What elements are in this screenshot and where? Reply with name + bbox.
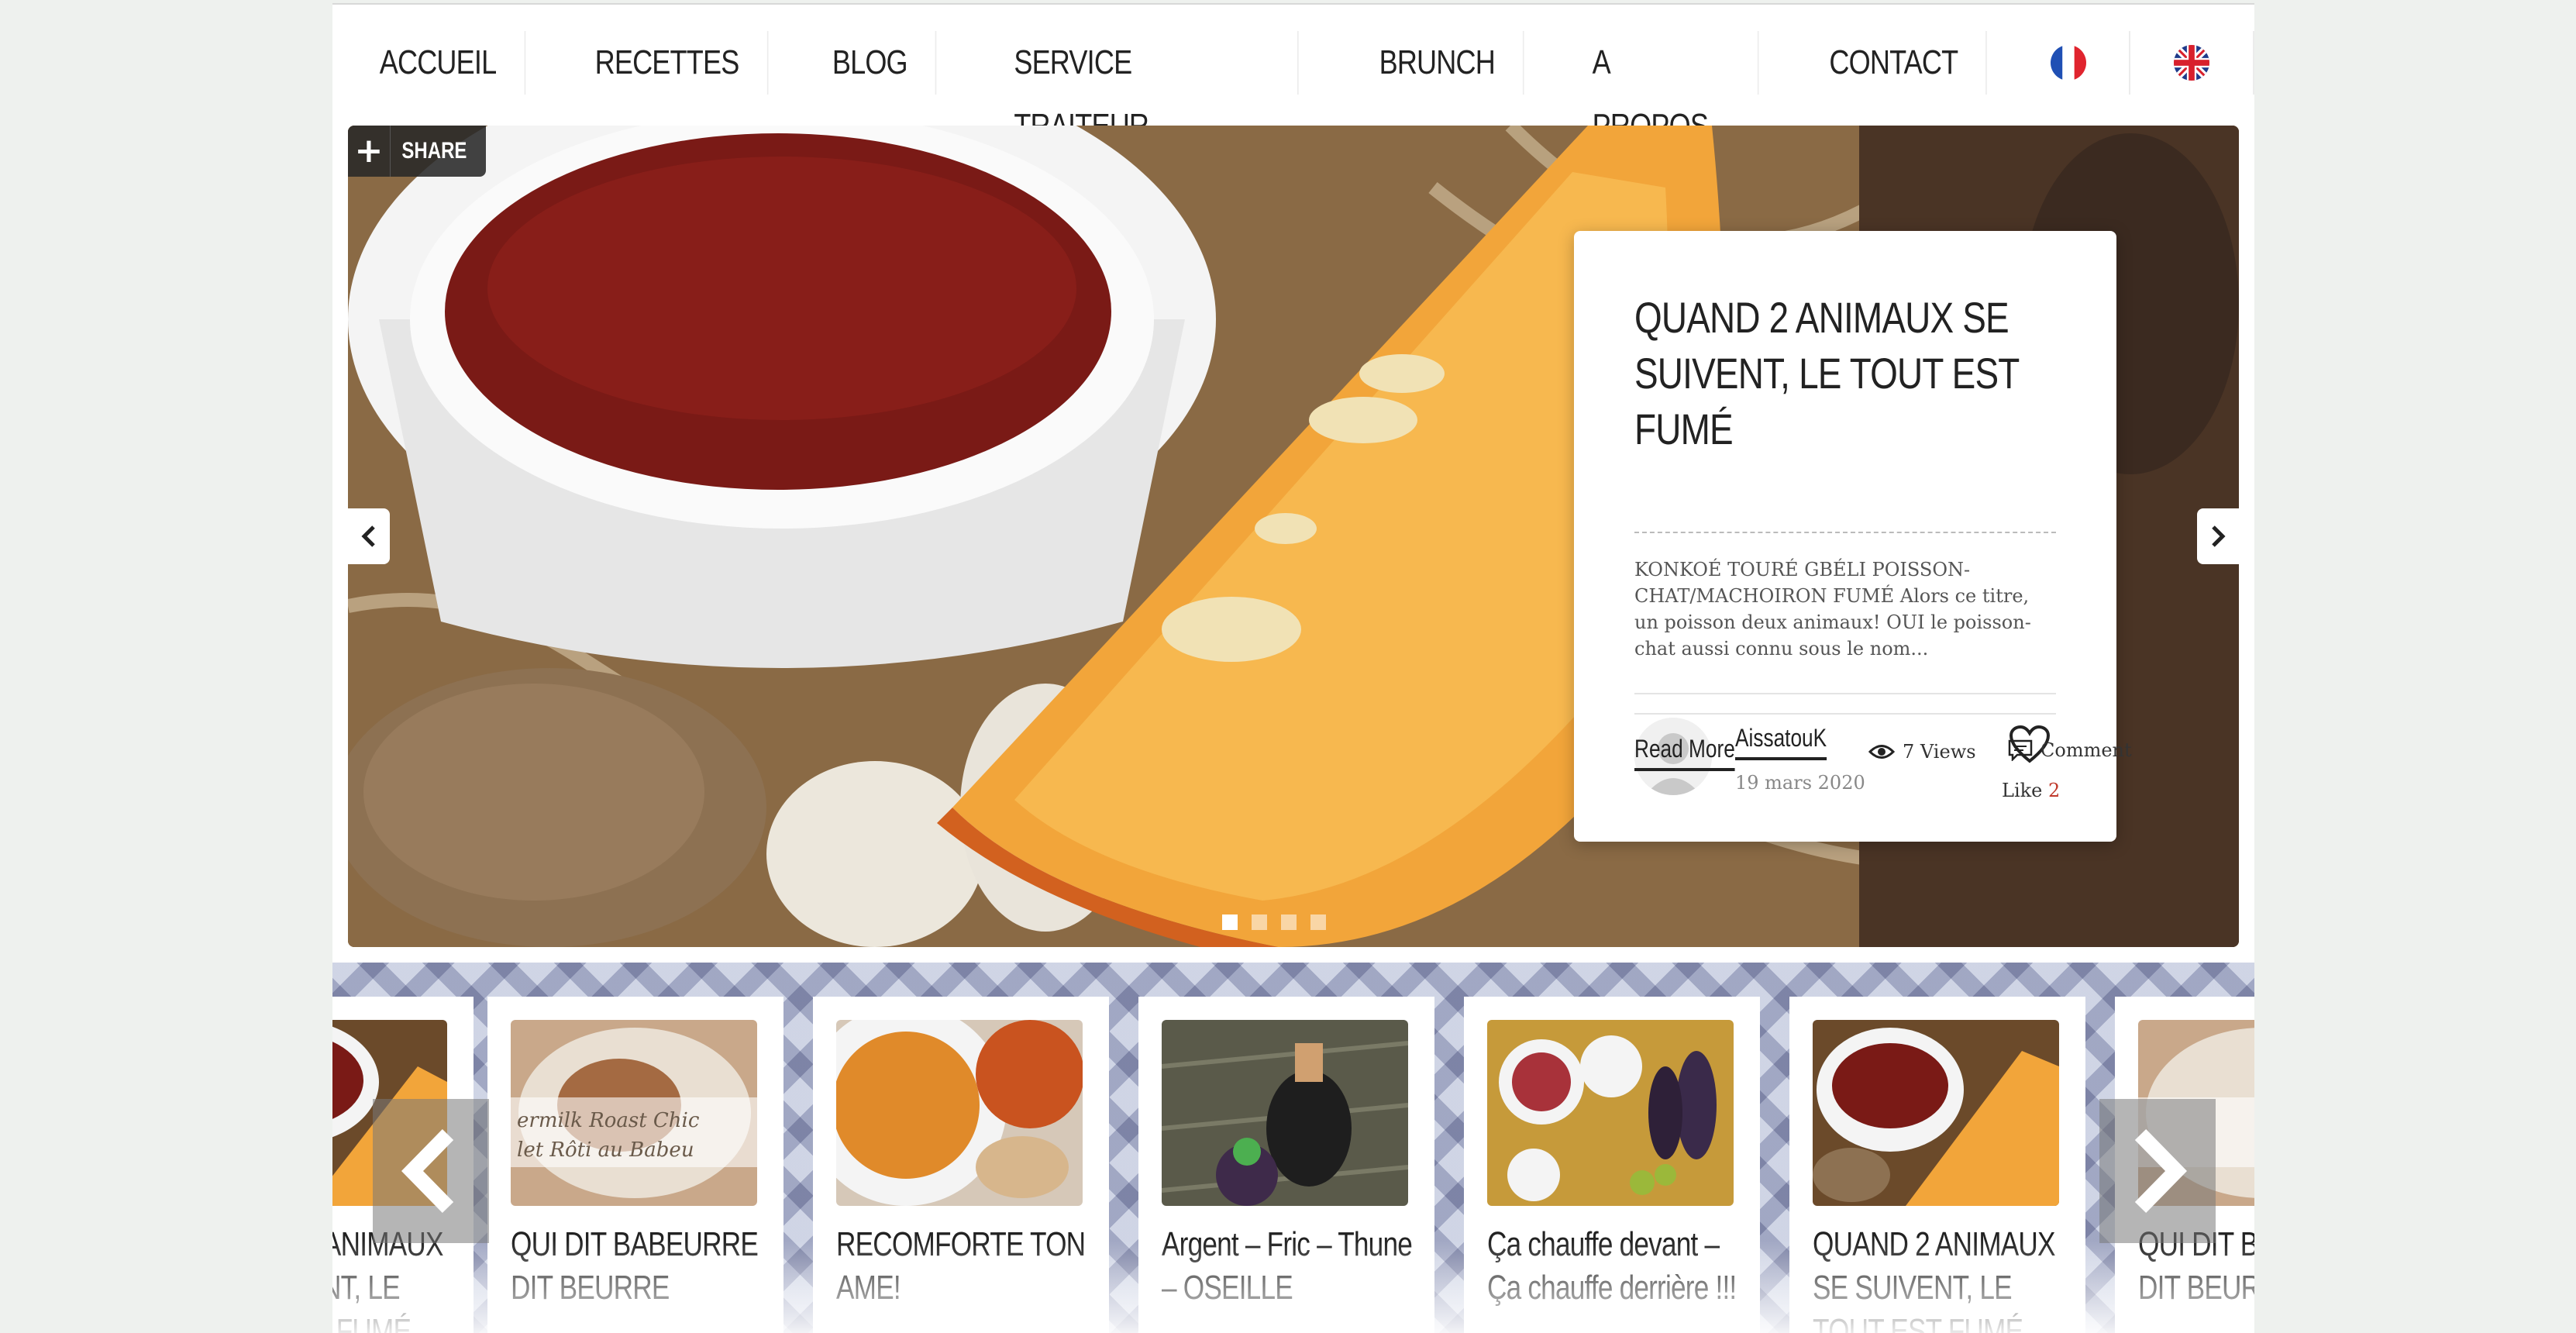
carousel-item[interactable]: RECOMFORTE TON AME! <box>813 997 1109 1333</box>
plus-icon: + <box>348 126 391 177</box>
share-button[interactable]: + SHARE <box>348 126 486 177</box>
divider <box>1634 532 2056 533</box>
post-excerpt: KONKOÉ TOURÉ GBÉLI POISSON-CHAT/MACHOIRO… <box>1634 559 2031 660</box>
carousel-item[interactable]: Ça chauffe devant – Ça chauffe derrière … <box>1464 997 1760 1333</box>
post-thumbnail <box>1487 1020 1734 1206</box>
slider-dot[interactable] <box>1222 914 1238 930</box>
post-thumbnail <box>836 1020 1083 1206</box>
comment-link[interactable]: Comment <box>2008 739 2132 761</box>
eye-icon <box>1868 745 1895 759</box>
nav-item-contact[interactable]: CONTACT <box>1801 31 1987 95</box>
read-more-link[interactable]: Read More <box>1634 735 1735 771</box>
post-thumbnail <box>1813 1020 2059 1206</box>
post-thumbnail <box>1162 1020 1408 1206</box>
carousel-item-title: QUAND 2 ANIMAUX SE SUIVENT, LE TOUT EST … <box>1813 1225 2055 1333</box>
chevron-right-icon <box>2134 1129 2187 1213</box>
divider <box>1634 693 2056 694</box>
share-label: SHARE <box>401 138 467 164</box>
slider-dots <box>1222 914 1326 930</box>
chevron-left-icon <box>401 1129 454 1213</box>
france-flag-icon <box>2050 45 2086 81</box>
slider-dot[interactable] <box>1252 914 1267 930</box>
carousel-item-title: RECOMFORTE TON AME! <box>836 1225 1086 1307</box>
language-fr[interactable] <box>2007 31 2131 95</box>
comment-icon <box>2008 739 2033 761</box>
recent-posts-carousel: QUAND 2 ANIMAUX SE SUIVENT, LE TOUT EST … <box>332 963 2254 1333</box>
divider <box>1634 713 2056 715</box>
views-count: 7 Views <box>1868 741 1976 763</box>
language-en[interactable] <box>2130 31 2254 95</box>
page: ACCUEIL RECETTES BLOG SERVICE TRAITEUR B… <box>332 3 2254 1333</box>
uk-flag-icon <box>2174 45 2210 81</box>
nav-item-a-propos[interactable]: A PROPOS <box>1565 31 1759 145</box>
post-thumbnail: ermilk Roast Chic let Rôti au Babeu <box>511 1020 757 1206</box>
nav-item-accueil[interactable]: ACCUEIL <box>352 31 526 95</box>
nav-item-brunch[interactable]: BRUNCH <box>1352 31 1524 95</box>
svg-text:let Rôti au Babeu: let Rôti au Babeu <box>517 1138 694 1162</box>
slider-dot[interactable] <box>1281 914 1297 930</box>
svg-text:ermilk Roast Chic: ermilk Roast Chic <box>517 1109 700 1132</box>
nav-item-blog[interactable]: BLOG <box>804 31 937 95</box>
carousel-prev-button[interactable] <box>373 1099 489 1243</box>
carousel-item-title: Argent – Fric – Thune – OSEILLE <box>1162 1225 1413 1307</box>
post-title[interactable]: QUAND 2 ANIMAUX SE SUIVENT, LE TOUT EST … <box>1634 290 2073 457</box>
nav-item-service-traiteur[interactable]: SERVICE TRAITEUR <box>986 31 1299 145</box>
main-nav: ACCUEIL RECETTES BLOG SERVICE TRAITEUR B… <box>332 5 2254 145</box>
post-card-footer: Read More 7 Views Comment <box>1574 713 2132 837</box>
carousel-item[interactable]: QUAND 2 ANIMAUX SE SUIVENT, LE TOUT EST … <box>1789 997 2085 1333</box>
carousel-item-title: QUI DIT BABEURRE DIT BEURRE <box>511 1225 759 1307</box>
comment-label: Comment <box>2040 739 2132 761</box>
slider-next-button[interactable] <box>2197 508 2239 564</box>
carousel-item[interactable]: Argent – Fric – Thune – OSEILLE <box>1138 997 1434 1333</box>
carousel-next-button[interactable] <box>2099 1099 2216 1243</box>
slider-prev-button[interactable] <box>348 508 390 564</box>
carousel-item[interactable]: ermilk Roast Chic let Rôti au Babeu QUI … <box>487 997 783 1333</box>
chevron-left-icon <box>361 525 375 547</box>
chevron-right-icon <box>2212 525 2226 547</box>
carousel-item-title: Ça chauffe devant – Ça chauffe derrière … <box>1487 1225 1737 1307</box>
slider-dot[interactable] <box>1310 914 1326 930</box>
nav-item-recettes[interactable]: RECETTES <box>567 31 768 95</box>
views-label: 7 Views <box>1903 741 1976 763</box>
